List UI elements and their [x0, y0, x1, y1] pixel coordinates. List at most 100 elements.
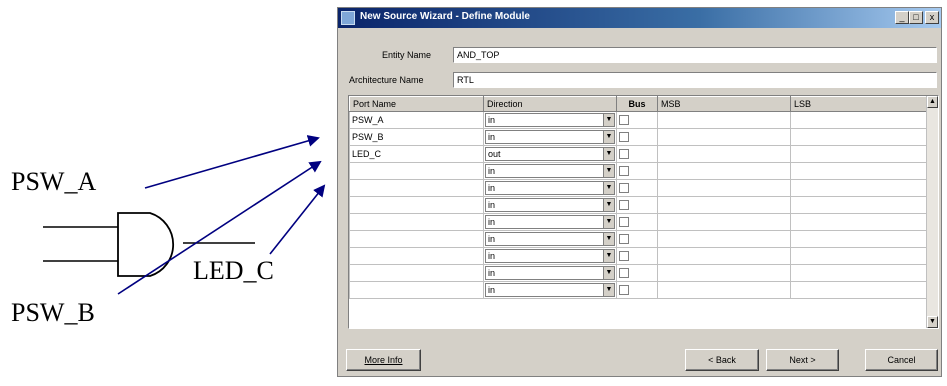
bus-checkbox[interactable] [619, 217, 629, 228]
table-row: in ▼ [349, 213, 928, 231]
direction-select[interactable]: in ▼ [485, 215, 615, 229]
lsb-cell[interactable] [790, 281, 928, 299]
next-button[interactable]: Next > [766, 349, 839, 371]
close-button[interactable]: x [925, 11, 939, 24]
chevron-down-icon[interactable]: ▼ [603, 267, 614, 279]
cancel-button[interactable]: Cancel [865, 349, 938, 371]
chevron-down-icon[interactable]: ▼ [603, 148, 614, 160]
msb-cell[interactable] [657, 247, 791, 265]
table-scrollbar[interactable]: ▲ ▼ [926, 96, 938, 328]
msb-cell[interactable] [657, 196, 791, 214]
msb-cell[interactable] [657, 213, 791, 231]
lsb-cell[interactable] [790, 213, 928, 231]
msb-cell[interactable] [657, 264, 791, 282]
bus-cell [616, 247, 658, 265]
lsb-cell[interactable] [790, 145, 928, 163]
arrow-led-c [269, 184, 326, 255]
port-name-cell[interactable]: PSW_B [349, 128, 484, 146]
direction-select[interactable]: in ▼ [485, 164, 615, 178]
port-name-cell[interactable]: PSW_A [349, 111, 484, 129]
lsb-cell[interactable] [790, 111, 928, 129]
direction-value: in [488, 285, 496, 295]
lsb-cell[interactable] [790, 247, 928, 265]
table-row: in ▼ [349, 264, 928, 282]
direction-select[interactable]: in ▼ [485, 113, 615, 127]
direction-value: in [488, 234, 496, 244]
chevron-down-icon[interactable]: ▼ [603, 182, 614, 194]
port-table: Port Name Direction Bus MSB LSB PSW_A in ▼… [349, 96, 928, 299]
port-name-cell[interactable] [349, 213, 484, 231]
bus-checkbox[interactable] [619, 149, 629, 160]
bus-checkbox[interactable] [619, 166, 629, 177]
entity-name-label: Entity Name [382, 50, 432, 60]
direction-select[interactable]: in ▼ [485, 198, 615, 212]
direction-select[interactable]: in ▼ [485, 266, 615, 280]
port-name-cell[interactable] [349, 247, 484, 265]
msb-cell[interactable] [657, 162, 791, 180]
direction-cell: in ▼ [483, 128, 617, 146]
minimize-button[interactable]: _ [895, 11, 909, 24]
chevron-down-icon[interactable]: ▼ [603, 216, 614, 228]
port-table-container: Port Name Direction Bus MSB LSB PSW_A in ▼… [348, 95, 939, 329]
msb-cell[interactable] [657, 179, 791, 197]
label-psw-b: PSW_B [11, 298, 95, 327]
port-name-cell[interactable] [349, 281, 484, 299]
msb-cell[interactable] [657, 230, 791, 248]
direction-cell: in ▼ [483, 213, 617, 231]
bus-checkbox[interactable] [619, 251, 629, 262]
back-button[interactable]: < Back [685, 349, 759, 371]
title-bar[interactable]: New Source Wizard - Define Module _ □ x [338, 8, 941, 28]
msb-cell[interactable] [657, 111, 791, 129]
cancel-label: Cancel [887, 355, 916, 365]
port-name-cell[interactable]: LED_C [349, 145, 484, 163]
header-bus: Bus [616, 96, 658, 112]
direction-select[interactable]: in ▼ [485, 181, 615, 195]
entity-name-input[interactable]: AND_TOP [453, 47, 937, 63]
port-name-cell[interactable] [349, 162, 484, 180]
architecture-name-input[interactable]: RTL [453, 72, 937, 88]
direction-select[interactable]: in ▼ [485, 249, 615, 263]
port-name-cell[interactable] [349, 264, 484, 282]
lsb-cell[interactable] [790, 230, 928, 248]
bus-checkbox[interactable] [619, 183, 629, 194]
msb-cell[interactable] [657, 281, 791, 299]
direction-value: in [488, 183, 496, 193]
chevron-down-icon[interactable]: ▼ [603, 284, 614, 296]
chevron-down-icon[interactable]: ▼ [603, 233, 614, 245]
direction-select[interactable]: in ▼ [485, 232, 615, 246]
chevron-down-icon[interactable]: ▼ [603, 250, 614, 262]
direction-select[interactable]: in ▼ [485, 130, 615, 144]
chevron-down-icon[interactable]: ▼ [603, 131, 614, 143]
chevron-down-icon[interactable]: ▼ [603, 165, 614, 177]
lsb-cell[interactable] [790, 196, 928, 214]
scroll-up-button[interactable]: ▲ [927, 96, 938, 108]
bus-checkbox[interactable] [619, 234, 629, 245]
msb-cell[interactable] [657, 128, 791, 146]
direction-value: in [488, 251, 496, 261]
bus-checkbox[interactable] [619, 132, 629, 143]
header-lsb: LSB [790, 96, 928, 112]
bus-checkbox[interactable] [619, 285, 629, 296]
chevron-down-icon[interactable]: ▼ [603, 199, 614, 211]
msb-cell[interactable] [657, 145, 791, 163]
direction-select[interactable]: out ▼ [485, 147, 615, 161]
bus-checkbox[interactable] [619, 268, 629, 279]
lsb-cell[interactable] [790, 264, 928, 282]
chevron-down-icon[interactable]: ▼ [603, 114, 614, 126]
direction-value: out [488, 149, 501, 159]
port-name-cell[interactable] [349, 196, 484, 214]
maximize-button[interactable]: □ [909, 11, 923, 24]
and-gate-symbol [117, 212, 175, 277]
direction-cell: in ▼ [483, 196, 617, 214]
lsb-cell[interactable] [790, 162, 928, 180]
bus-cell [616, 179, 658, 197]
more-info-button[interactable]: More Info [346, 349, 421, 371]
lsb-cell[interactable] [790, 179, 928, 197]
direction-select[interactable]: in ▼ [485, 283, 615, 297]
port-name-cell[interactable] [349, 230, 484, 248]
bus-checkbox[interactable] [619, 115, 629, 126]
bus-checkbox[interactable] [619, 200, 629, 211]
lsb-cell[interactable] [790, 128, 928, 146]
scroll-down-button[interactable]: ▼ [927, 316, 938, 328]
port-name-cell[interactable] [349, 179, 484, 197]
